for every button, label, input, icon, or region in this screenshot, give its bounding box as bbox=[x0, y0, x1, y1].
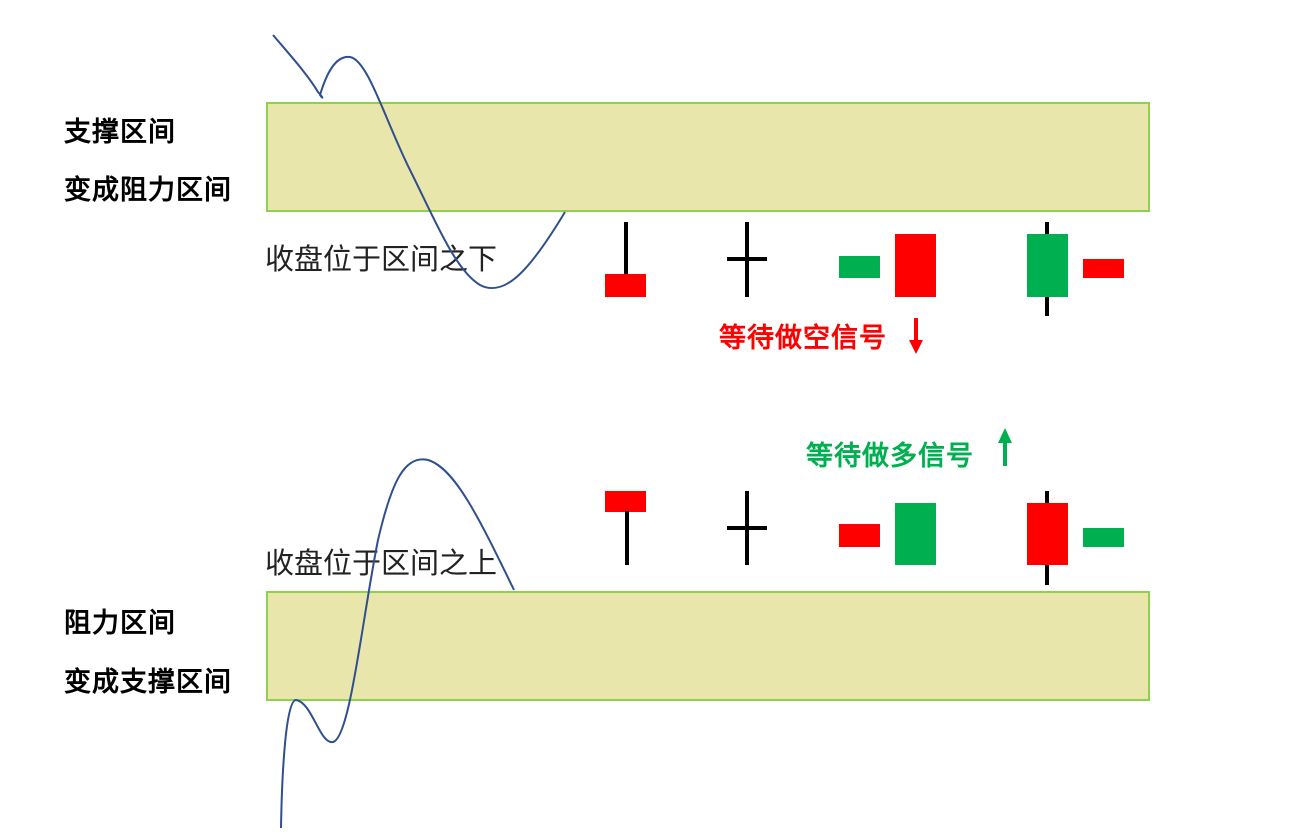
green-candle bbox=[895, 503, 936, 565]
bottom-candle-group-4 bbox=[1027, 491, 1124, 585]
top-price-line bbox=[272, 34, 566, 290]
top-bearish-engulfing bbox=[839, 234, 936, 297]
red-candle bbox=[895, 234, 936, 297]
red-candle bbox=[839, 524, 880, 547]
red-candle bbox=[1027, 503, 1068, 565]
top-candle-group-1 bbox=[605, 222, 646, 297]
top-doji bbox=[727, 222, 767, 297]
top-candle-group-4 bbox=[1027, 222, 1124, 316]
red-candle bbox=[605, 274, 646, 297]
red-candle bbox=[605, 491, 646, 512]
bottom-doji bbox=[727, 491, 767, 565]
green-candle bbox=[1027, 234, 1068, 297]
bottom-price-line bbox=[280, 458, 515, 829]
diagram-graphics bbox=[272, 34, 1124, 829]
green-candle bbox=[1083, 528, 1124, 547]
green-candle bbox=[839, 256, 880, 278]
arrow-down-icon bbox=[909, 318, 923, 354]
arrow-up-icon bbox=[998, 428, 1012, 466]
bottom-bullish-engulfing bbox=[839, 503, 936, 565]
bottom-candle-group-1 bbox=[605, 491, 646, 565]
red-candle bbox=[1083, 259, 1124, 278]
